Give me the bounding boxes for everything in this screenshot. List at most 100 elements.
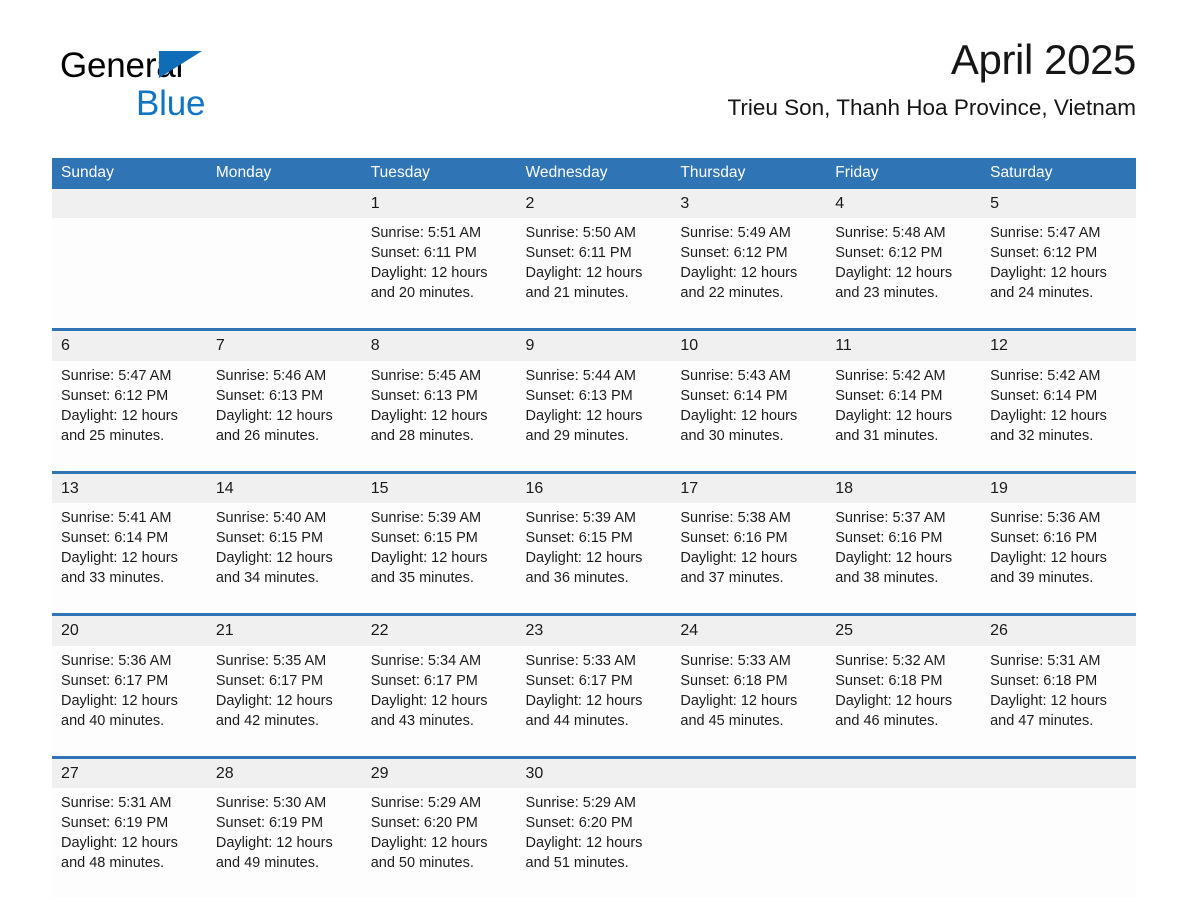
day-detail-cell[interactable]: Sunrise: 5:36 AM Sunset: 6:16 PM Daylight:… [981,503,1136,615]
day-detail-cell[interactable]: Sunrise: 5:34 AM Sunset: 6:17 PM Daylight:… [361,645,517,758]
day-number-cell[interactable]: 14 [206,470,362,504]
daylight-text-line1: Daylight: 12 hours [61,692,178,709]
day-number-cell[interactable]: 13 [52,470,207,504]
day-number-cell[interactable]: 30 [516,755,672,789]
day-detail-cell[interactable]: Sunrise: 5:49 AM Sunset: 6:12 PM Daylight:… [671,218,827,330]
day-number-cell[interactable]: 5 [981,188,1136,219]
day-number-cell[interactable]: 26 [981,613,1136,646]
day-number-cell[interactable]: 6 [52,328,207,361]
day-detail-cell[interactable]: Sunrise: 5:47 AM Sunset: 6:12 PM Daylight:… [52,360,207,473]
daylight-text-line1: Daylight: 12 hours [215,692,333,709]
day-number-cell[interactable]: 10 [671,328,827,361]
daylight-text-line2: and 45 minutes. [680,712,784,729]
weekday-header-thursday: Thursday [671,158,827,189]
day-detail-cell[interactable]: Sunrise: 5:42 AM Sunset: 6:14 PM Daylight:… [826,360,982,473]
day-number-cell[interactable]: 25 [826,613,982,646]
day-detail-cell[interactable]: Sunrise: 5:42 AM Sunset: 6:14 PM Daylight:… [981,360,1136,473]
day-number-cell[interactable]: 29 [361,755,517,789]
day-detail-cell[interactable]: Sunrise: 5:33 AM Sunset: 6:17 PM Daylight:… [516,645,672,758]
day-detail-cell[interactable]: Sunrise: 5:31 AM Sunset: 6:18 PM Daylight:… [981,645,1136,758]
general-blue-logo[interactable]: General Blue [60,48,360,124]
day-number-cell[interactable]: 15 [361,470,517,504]
day-detail-cell[interactable]: Sunrise: 5:37 AM Sunset: 6:16 PM Daylight:… [826,503,982,615]
sunrise-text: Sunrise: 5:36 AM [990,510,1101,527]
day-number-cell[interactable]: 20 [52,613,207,646]
day-number-cell[interactable]: 28 [206,755,362,789]
day-number-cell[interactable]: 22 [361,613,517,646]
daylight-text-line2: and 43 minutes. [370,712,474,729]
day-number-cell[interactable]: 1 [361,188,517,219]
day-detail-cell-empty [826,788,982,899]
day-detail-cell[interactable]: Sunrise: 5:38 AM Sunset: 6:16 PM Daylight:… [671,503,827,615]
day-detail-cell[interactable]: Sunrise: 5:47 AM Sunset: 6:12 PM Daylight:… [981,218,1136,330]
sunset-text: Sunset: 6:20 PM [370,815,478,832]
day-number-cell[interactable]: 9 [516,328,672,361]
daylight-text-line1: Daylight: 12 hours [990,407,1107,424]
day-number-cell[interactable]: 11 [826,328,982,361]
day-number-cell[interactable]: 16 [516,470,672,504]
day-detail-cell[interactable]: Sunrise: 5:40 AM Sunset: 6:15 PM Daylight:… [206,503,362,615]
day-detail-cell[interactable]: Sunrise: 5:45 AM Sunset: 6:13 PM Daylight:… [361,360,517,473]
day-number-cell[interactable]: 2 [516,188,672,219]
day-detail-cell[interactable]: Sunrise: 5:41 AM Sunset: 6:14 PM Daylight:… [52,503,207,615]
day-number-cell[interactable]: 24 [671,613,827,646]
sunrise-text: Sunrise: 5:32 AM [835,652,946,669]
daylight-text-line2: and 21 minutes. [525,285,629,302]
day-detail-cell[interactable]: Sunrise: 5:30 AM Sunset: 6:19 PM Daylight:… [206,788,362,899]
day-detail-cell[interactable]: Sunrise: 5:39 AM Sunset: 6:15 PM Daylight:… [516,503,672,615]
day-number-cell[interactable]: 27 [52,755,207,789]
sunset-text: Sunset: 6:17 PM [525,672,633,689]
daylight-text-line2: and 34 minutes. [215,570,320,587]
day-number-cell[interactable]: 19 [981,470,1136,504]
sunrise-text: Sunrise: 5:31 AM [61,795,172,812]
day-detail-cell[interactable]: Sunrise: 5:36 AM Sunset: 6:17 PM Daylight:… [52,645,207,758]
day-detail-cell[interactable]: Sunrise: 5:46 AM Sunset: 6:13 PM Daylight:… [206,360,362,473]
daylight-text-line1: Daylight: 12 hours [61,550,178,567]
day-detail-cell[interactable]: Sunrise: 5:50 AM Sunset: 6:11 PM Daylight:… [516,218,672,330]
day-detail-cell[interactable]: Sunrise: 5:48 AM Sunset: 6:12 PM Daylight:… [826,218,982,330]
sunset-text: Sunset: 6:13 PM [215,387,324,404]
triangle-icon [159,51,202,78]
day-number-cell[interactable]: 7 [206,328,362,361]
day-detail-cell[interactable]: Sunrise: 5:44 AM Sunset: 6:13 PM Daylight:… [516,360,672,473]
day-detail-cell[interactable]: Sunrise: 5:29 AM Sunset: 6:20 PM Daylight:… [516,788,672,899]
daylight-text-line2: and 32 minutes. [990,427,1094,444]
daylight-text-line1: Daylight: 12 hours [990,265,1107,282]
day-number-cell[interactable]: 21 [206,613,362,646]
day-number-cell[interactable]: 23 [516,613,672,646]
sunrise-text: Sunrise: 5:34 AM [370,652,482,669]
sunset-text: Sunset: 6:13 PM [525,387,633,404]
day-number-cell[interactable]: 3 [671,188,827,219]
sunrise-text: Sunrise: 5:49 AM [680,225,791,242]
day-detail-cell[interactable]: Sunrise: 5:51 AM Sunset: 6:11 PM Daylight:… [361,218,517,330]
sunrise-text: Sunrise: 5:29 AM [370,795,482,812]
day-detail-cell[interactable]: Sunrise: 5:35 AM Sunset: 6:17 PM Daylight:… [206,645,362,758]
day-number-cell[interactable]: 18 [826,470,982,504]
day-detail-cell-empty [52,218,207,330]
day-number-cell[interactable]: 8 [361,328,517,361]
weekday-header-friday: Friday [826,158,982,189]
day-detail-cell[interactable]: Sunrise: 5:29 AM Sunset: 6:20 PM Daylight:… [361,788,517,899]
sunrise-text: Sunrise: 5:46 AM [215,367,327,384]
day-number-cell[interactable]: 4 [826,188,982,219]
day-number-cell[interactable]: 12 [981,328,1136,361]
sunset-text: Sunset: 6:15 PM [370,530,478,547]
day-detail-cell[interactable]: Sunrise: 5:32 AM Sunset: 6:18 PM Daylight:… [826,645,982,758]
daylight-text-line2: and 30 minutes. [680,427,784,444]
daylight-text-line2: and 31 minutes. [835,427,939,444]
sunrise-text: Sunrise: 5:37 AM [835,510,946,527]
daylight-text-line2: and 50 minutes. [370,855,474,872]
day-detail-cell[interactable]: Sunrise: 5:39 AM Sunset: 6:15 PM Daylight:… [361,503,517,615]
day-detail-cell[interactable]: Sunrise: 5:31 AM Sunset: 6:19 PM Daylight:… [52,788,207,899]
daylight-text-line2: and 29 minutes. [525,427,629,444]
day-number-cell[interactable]: 17 [671,470,827,504]
day-detail-cell[interactable]: Sunrise: 5:43 AM Sunset: 6:14 PM Daylight:… [671,360,827,473]
sunrise-text: Sunrise: 5:38 AM [680,510,791,527]
daylight-text-line1: Daylight: 12 hours [680,692,798,709]
day-detail-cell[interactable]: Sunrise: 5:33 AM Sunset: 6:18 PM Daylight:… [671,645,827,758]
week-daynumber-row: 13 14 15 16 17 18 19 [52,470,1136,504]
sunrise-text: Sunrise: 5:33 AM [525,652,636,669]
daylight-text-line2: and 26 minutes. [215,427,320,444]
daylight-text-line1: Daylight: 12 hours [215,407,333,424]
calendar-page: General Blue April 2025 Trieu Son, Thanh… [0,0,1188,918]
